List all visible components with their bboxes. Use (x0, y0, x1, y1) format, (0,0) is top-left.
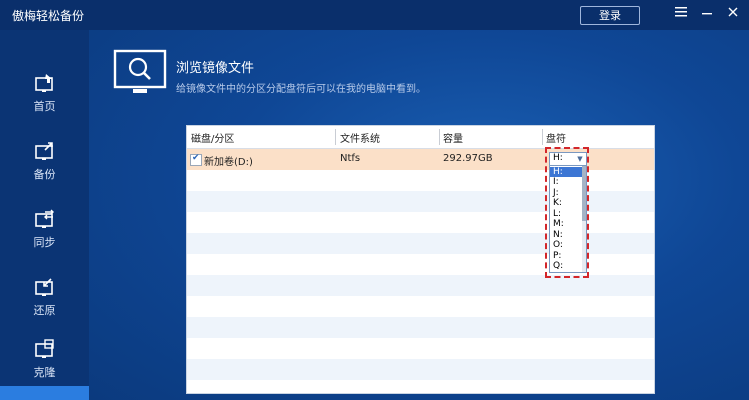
sidebar-item-clone[interactable]: 克隆 (0, 330, 89, 392)
page-description: 给镜像文件中的分区分配盘符后可以在我的电脑中看到。 (176, 84, 426, 95)
sidebar-item-home[interactable]: 首页 (0, 64, 89, 126)
clone-icon (34, 339, 54, 358)
restore-icon (34, 278, 53, 296)
column-header-capacity[interactable]: 容量 (443, 130, 463, 145)
sync-icon (34, 209, 54, 228)
column-divider[interactable] (335, 129, 336, 145)
checkmark-icon: ✔ (192, 153, 200, 163)
column-header-filesystem[interactable]: 文件系统 (340, 130, 380, 145)
sidebar-item-label: 首页 (33, 100, 56, 113)
sidebar-item-sync[interactable]: 同步 (0, 200, 89, 262)
backup-icon (34, 142, 53, 160)
close-icon[interactable] (724, 5, 742, 23)
menu-icon[interactable] (672, 5, 690, 23)
title-bar: 傲梅轻松备份 登录 (0, 0, 749, 30)
table-row-empty (187, 359, 654, 380)
sidebar-item-label: 克隆 (33, 366, 56, 379)
minimize-icon[interactable] (698, 5, 716, 23)
active-nav-indicator (0, 386, 89, 400)
highlight-annotation (545, 147, 589, 278)
column-divider[interactable] (542, 129, 543, 145)
sidebar: 首页 备份 同步 还原 克隆 (0, 30, 89, 400)
table-row-empty (187, 317, 654, 338)
capacity: 292.97GB (443, 153, 493, 164)
sidebar-item-label: 备份 (33, 168, 56, 181)
sidebar-item-label: 同步 (33, 236, 56, 249)
app-title: 傲梅轻松备份 (12, 9, 85, 23)
column-header-drive-letter[interactable]: 盘符 (546, 130, 566, 145)
column-header-partition[interactable]: 磁盘/分区 (191, 130, 234, 145)
table-row-empty (187, 275, 654, 296)
table-row-empty (187, 296, 654, 317)
sidebar-item-restore[interactable]: 还原 (0, 268, 89, 330)
monitor-search-icon (113, 49, 167, 93)
sidebar-item-backup[interactable]: 备份 (0, 132, 89, 194)
column-divider[interactable] (439, 129, 440, 145)
table-header: 磁盘/分区 文件系统 容量 盘符 (187, 126, 654, 149)
page-title: 浏览镜像文件 (176, 61, 255, 76)
home-icon (34, 74, 53, 92)
row-checkbox[interactable]: ✔ (190, 153, 202, 166)
partition-name: 新加卷(D:) (204, 157, 253, 168)
file-system: Ntfs (340, 153, 361, 164)
table-row-empty (187, 338, 654, 359)
login-button[interactable]: 登录 (580, 6, 640, 25)
sidebar-item-label: 还原 (33, 304, 56, 317)
